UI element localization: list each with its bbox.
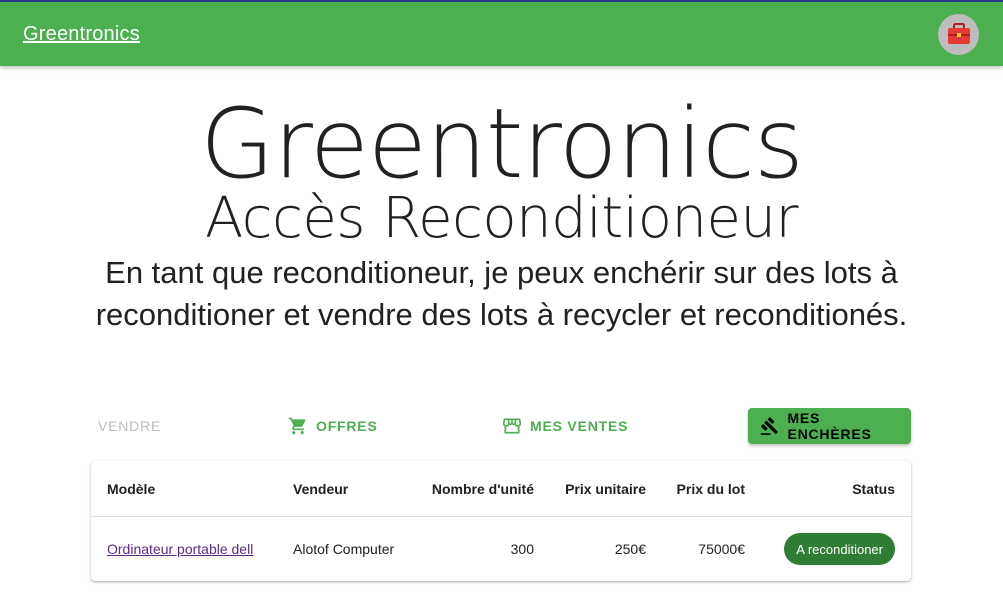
cart-icon xyxy=(288,417,306,435)
table-row: Ordinateur portable dell Alotof Computer… xyxy=(91,517,911,581)
page-description: En tant que reconditioneur, je peux ench… xyxy=(95,255,908,332)
lot-price-cell: 75000€ xyxy=(698,541,745,557)
app-bar: Greentronics xyxy=(0,0,1003,66)
my-bids-button-label: MES ENCHÈRES xyxy=(787,410,872,442)
status-badge: A reconditioner xyxy=(784,533,895,565)
action-bar: VENDRE OFFRES MES VENTES MES ENCHÈRES xyxy=(90,408,911,444)
hero-section: Greentronics Accès Reconditioneur En tan… xyxy=(0,66,1003,336)
user-avatar-button[interactable] xyxy=(938,13,979,55)
column-header-status: Status xyxy=(852,480,895,497)
my-sales-button-label: MES VENTES xyxy=(530,418,629,434)
seller-cell: Alotof Computer xyxy=(293,541,395,557)
column-header-seller: Vendeur xyxy=(293,480,349,497)
column-header-model: Modèle xyxy=(107,480,156,497)
page-title: Greentronics xyxy=(200,88,804,200)
model-link[interactable]: Ordinateur portable dell xyxy=(107,541,253,557)
table-header-row: Modèle Vendeur Nombre d'unité Prix unita… xyxy=(91,461,911,517)
page-subtitle: Accès Reconditioneur xyxy=(204,186,799,251)
unit-price-cell: 250€ xyxy=(614,541,646,557)
offers-button-label: OFFRES xyxy=(316,418,378,434)
sell-button-label: VENDRE xyxy=(98,418,162,434)
gavel-icon xyxy=(760,417,779,435)
column-header-lot-price: Prix du lot xyxy=(676,480,745,497)
offers-button[interactable]: OFFRES xyxy=(280,408,386,444)
lots-table: Modèle Vendeur Nombre d'unité Prix unita… xyxy=(91,461,911,581)
storefront-icon xyxy=(502,418,522,434)
my-bids-button[interactable]: MES ENCHÈRES xyxy=(748,408,911,444)
sell-button[interactable]: VENDRE xyxy=(90,408,169,444)
toolbox-icon xyxy=(947,23,970,44)
brand-link[interactable]: Greentronics xyxy=(23,23,140,46)
column-header-unit-price: Prix unitaire xyxy=(565,480,646,497)
column-header-units: Nombre d'unité xyxy=(431,480,534,497)
my-sales-button[interactable]: MES VENTES xyxy=(494,408,636,444)
units-cell: 300 xyxy=(510,541,534,557)
